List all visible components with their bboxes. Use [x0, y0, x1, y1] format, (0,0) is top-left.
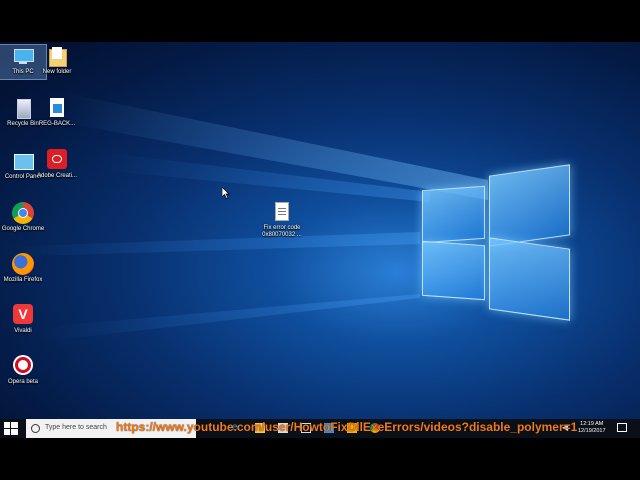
windows-logo-pane-bottom-right — [489, 237, 570, 321]
clock-date: 12/19/2017 — [578, 428, 606, 434]
system-clock[interactable]: 12:19 AM 12/19/2017 — [578, 421, 606, 435]
folder-icon — [46, 45, 68, 67]
wallpaper-light-beams — [0, 92, 488, 342]
recycle-bin-icon — [12, 97, 34, 119]
desktop-icon-mozilla-firefox[interactable]: Mozilla Firefox — [0, 253, 46, 284]
desktop-icon-adobe-creative[interactable]: Adobe Creati... — [34, 149, 80, 180]
desktop-icon-fix-error-code[interactable]: Fix error code 0x80070032 ... — [258, 201, 306, 239]
label-line-1: Fix error code — [263, 225, 301, 231]
windows-start-icon[interactable] — [4, 422, 18, 435]
this-pc-icon — [12, 45, 34, 67]
cortana-icon — [31, 424, 40, 433]
label-line-2: 0x80070032 ... — [262, 232, 302, 238]
video-url-overlay: https://www.youtube.com/user/HowtoFixDll… — [116, 420, 578, 434]
desktop-icon-new-folder[interactable]: New folder — [34, 45, 80, 76]
desktop-icon-google-chrome[interactable]: Google Chrome — [0, 202, 46, 233]
desktop: This PC New folder Recycle Bin REG-BACK.… — [0, 42, 640, 438]
desktop-icon-vivaldi[interactable]: V Vivaldi — [0, 304, 46, 335]
mouse-cursor-icon — [222, 187, 230, 199]
text-file-icon — [271, 201, 293, 223]
firefox-icon — [12, 253, 34, 275]
desktop-icon-reg-back[interactable]: REG-BACK... — [34, 97, 80, 128]
opera-icon — [12, 355, 34, 377]
clock-time: 12:19 AM — [580, 421, 604, 427]
chrome-icon — [12, 202, 34, 224]
search-placeholder: Type here to search — [45, 424, 107, 431]
control-panel-icon — [12, 150, 34, 172]
windows-logo-pane-top-left — [422, 185, 485, 244]
vivaldi-icon: V — [12, 304, 34, 326]
reg-file-icon — [46, 97, 68, 119]
adobe-creative-cloud-icon — [46, 149, 68, 171]
windows-logo-pane-top-right — [489, 164, 570, 247]
windows-logo-pane-bottom-left — [422, 240, 485, 301]
desktop-icon-opera-beta[interactable]: Opera beta — [0, 355, 46, 386]
action-center-icon[interactable] — [617, 423, 627, 432]
